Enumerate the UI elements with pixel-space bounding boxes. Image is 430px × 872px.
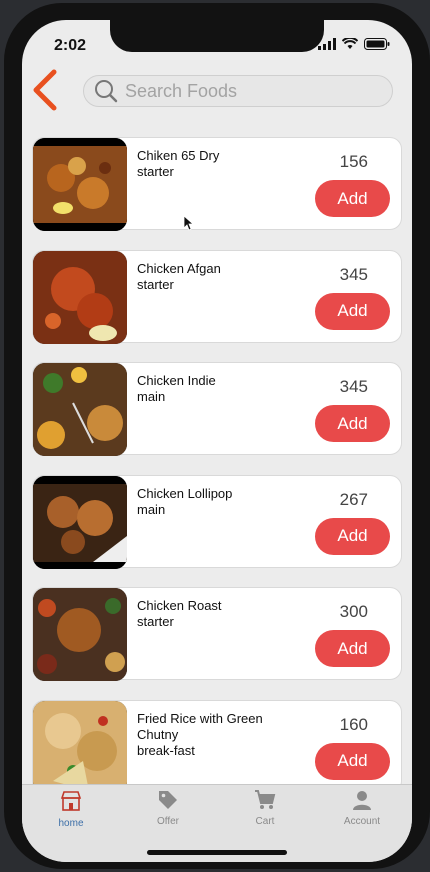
food-name: Chicken Lollipop main: [137, 486, 287, 518]
food-image: [33, 475, 127, 569]
food-name: Chicken Roast starter: [137, 598, 287, 630]
nav-home[interactable]: home: [31, 789, 111, 829]
food-price: 156: [339, 152, 368, 171]
food-card[interactable]: Fried Rice with Green Chutny break-fast 1…: [32, 699, 402, 794]
food-price: 300: [339, 602, 368, 622]
food-category: main: [137, 389, 166, 405]
store-icon: [60, 791, 82, 811]
food-price: 345: [339, 377, 368, 397]
add-button[interactable]: Add: [315, 630, 390, 668]
mouse-cursor-icon: [183, 215, 195, 231]
food-price: 345: [339, 264, 368, 284]
signal-icon: [318, 38, 336, 50]
food-category: main: [137, 501, 166, 517]
food-name: Chicken Indie main: [137, 373, 287, 405]
wifi-icon: [342, 38, 358, 49]
nav-home-label: home: [58, 818, 84, 829]
chevron-left-icon: [33, 69, 57, 111]
device-notch: [110, 20, 324, 52]
nav-account-label: Account: [343, 816, 381, 827]
nav-cart[interactable]: Cart: [225, 789, 305, 827]
food-category: starter: [137, 164, 174, 179]
add-button[interactable]: Add: [315, 742, 390, 780]
food-price: 160: [339, 714, 368, 734]
add-button[interactable]: Add: [315, 405, 390, 443]
food-card[interactable]: Chiken 65 Dry starter 156 Add: [32, 137, 402, 231]
food-category: starter: [137, 276, 174, 292]
cart-icon: [255, 790, 276, 809]
food-name: Chiken 65 Dry starter: [137, 148, 287, 180]
nav-account[interactable]: Account: [322, 789, 402, 827]
status-icons: [318, 38, 390, 50]
status-time: 2:02: [54, 37, 87, 54]
tag-icon: [159, 791, 177, 809]
food-name: Fried Rice with Green Chutny break-fast: [137, 711, 287, 759]
search-icon: [95, 80, 118, 103]
food-name: Chicken Afgan starter: [137, 261, 287, 293]
food-category: break-fast: [137, 742, 195, 758]
person-icon: [353, 791, 371, 810]
add-button[interactable]: Add: [315, 292, 390, 330]
food-image: [33, 700, 127, 794]
search-input[interactable]: [123, 79, 367, 103]
food-card[interactable]: Chicken Lollipop main 267 Add: [32, 474, 402, 569]
nav-offer[interactable]: Offer: [128, 789, 208, 827]
food-image: [33, 363, 127, 457]
battery-icon: [364, 38, 390, 50]
food-card[interactable]: Chicken Afgan starter 345 Add: [32, 249, 402, 344]
food-image: [33, 250, 127, 344]
food-category: starter: [137, 614, 174, 630]
add-button[interactable]: Add: [315, 517, 390, 555]
back-button[interactable]: [30, 68, 60, 112]
home-indicator: [147, 850, 287, 855]
food-price: 267: [339, 489, 368, 509]
nav-cart-label: Cart: [255, 816, 275, 827]
app-screen: 2:02 Search Foods Chiken 65 Dry starter …: [22, 20, 412, 862]
food-card[interactable]: Chicken Indie main 345 Add: [32, 362, 402, 457]
search-bar[interactable]: [83, 75, 393, 107]
food-card[interactable]: Chicken Roast starter 300 Add: [32, 587, 402, 682]
nav-offer-label: Offer: [156, 816, 180, 827]
food-image: [33, 138, 127, 231]
add-button[interactable]: Add: [315, 180, 390, 217]
food-list: Chiken 65 Dry starter 156 Add Chicken Afg…: [32, 137, 402, 813]
food-image: [33, 588, 127, 682]
